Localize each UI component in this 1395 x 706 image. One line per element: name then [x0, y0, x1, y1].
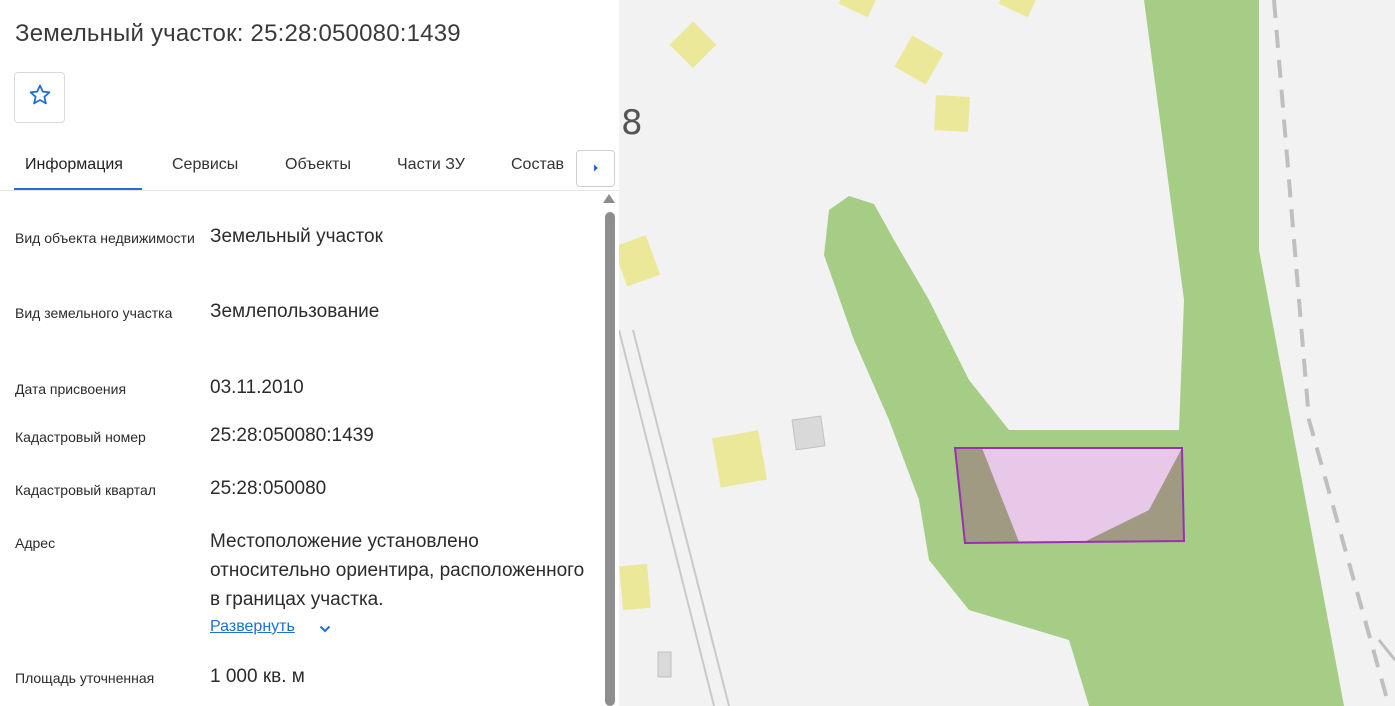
chevron-right-icon	[591, 160, 601, 178]
building	[934, 95, 970, 132]
page-title: Земельный участок: 25:28:050080:1439	[15, 20, 461, 47]
value-address: Местоположение установлено относительно …	[210, 531, 585, 610]
label-area: Площадь уточненная	[15, 670, 155, 686]
favorite-button[interactable]	[14, 72, 65, 123]
tab-services[interactable]: Сервисы	[172, 156, 238, 174]
value-object-type: Земельный участок	[210, 226, 383, 247]
label-parcel-type: Вид земельного участка	[15, 305, 173, 321]
value-cadastral-number: 25:28:050080:1439	[210, 425, 374, 446]
label-object-type: Вид объекта недвижимости	[15, 230, 195, 246]
scrollbar-thumb[interactable]	[605, 212, 615, 706]
value-assignment-date: 03.11.2010	[210, 377, 304, 398]
value-parcel-type: Землепользование	[210, 301, 380, 322]
scroll-up-arrow-icon[interactable]	[603, 194, 615, 203]
value-cadastral-quarter: 25:28:050080	[210, 478, 327, 499]
tabs-scroll-right-button[interactable]	[576, 150, 615, 187]
tab-bar: Информация Сервисы Объекты Части ЗУ Сост…	[0, 140, 619, 191]
label-cadastral-number: Кадастровый номер	[15, 429, 146, 445]
tab-information[interactable]: Информация	[25, 156, 123, 174]
building-gray	[657, 651, 672, 678]
map-label-fragment: 8	[621, 103, 643, 143]
tab-parcel-parts[interactable]: Части ЗУ	[397, 156, 465, 174]
map-view[interactable]: 8	[619, 0, 1395, 706]
building	[712, 430, 767, 488]
value-area: 1 000 кв. м	[210, 666, 305, 687]
label-assignment-date: Дата присвоения	[15, 381, 127, 397]
building	[619, 563, 651, 611]
label-cadastral-quarter: Кадастровый квартал	[15, 482, 156, 498]
building-gray	[791, 415, 826, 451]
address-expand-link[interactable]: Развернуть	[210, 618, 295, 636]
map-canvas: 8	[619, 0, 1395, 706]
tab-composition[interactable]: Состав	[511, 156, 564, 174]
tab-objects[interactable]: Объекты	[285, 156, 351, 174]
label-address: Адрес	[15, 535, 56, 551]
star-outline-icon	[28, 83, 52, 112]
panel-scrollbar[interactable]	[603, 192, 617, 706]
active-tab-indicator	[14, 188, 142, 190]
chevron-down-icon[interactable]	[318, 622, 332, 641]
info-panel: Земельный участок: 25:28:050080:1439 Инф…	[0, 0, 619, 706]
